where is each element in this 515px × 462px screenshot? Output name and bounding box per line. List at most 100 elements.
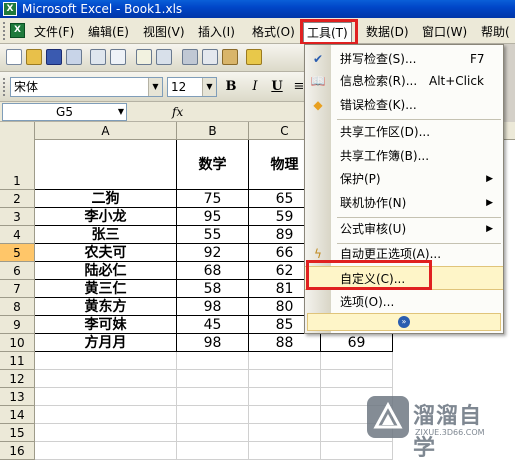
- copy-icon[interactable]: [202, 49, 218, 65]
- row-header[interactable]: 9: [0, 316, 35, 334]
- cell-math[interactable]: [177, 406, 249, 424]
- cell-math[interactable]: [177, 388, 249, 406]
- menu-item-formula-auditing[interactable]: 公式审核(U) ▶: [305, 217, 503, 241]
- cell-math[interactable]: 68: [177, 262, 249, 280]
- menu-view[interactable]: 视图(V): [143, 23, 185, 41]
- row-header[interactable]: 16: [0, 442, 35, 460]
- cell-name[interactable]: 二狗: [35, 190, 177, 208]
- menu-data[interactable]: 数据(D): [366, 23, 409, 41]
- row-header[interactable]: 2: [0, 190, 35, 208]
- chevron-down-icon[interactable]: ▼: [202, 78, 216, 96]
- cell-name[interactable]: 陆必仁: [35, 262, 177, 280]
- select-all-corner[interactable]: [0, 122, 35, 140]
- spelling-icon[interactable]: [136, 49, 152, 65]
- cell-name[interactable]: [35, 406, 177, 424]
- cell-name[interactable]: 李小龙: [35, 208, 177, 226]
- name-box[interactable]: G5 ▼: [2, 103, 127, 121]
- cell-physics[interactable]: [249, 406, 321, 424]
- cell-physics[interactable]: 88: [249, 334, 321, 352]
- excel-app-icon[interactable]: X: [3, 2, 17, 16]
- cell-math[interactable]: 98: [177, 334, 249, 352]
- print-preview-icon[interactable]: [110, 49, 126, 65]
- menu-item-shared-workspace[interactable]: 共享工作区(D)...: [305, 120, 503, 144]
- chevron-down-icon[interactable]: ▼: [148, 78, 162, 96]
- menu-window[interactable]: 窗口(W): [422, 23, 467, 41]
- cell-col-d[interactable]: [321, 352, 393, 370]
- cell-name[interactable]: 方月月: [35, 334, 177, 352]
- menu-item-spelling[interactable]: ✔ 拼写检查(S)... F7: [305, 47, 503, 71]
- cell-math[interactable]: 45: [177, 316, 249, 334]
- cell-col-d[interactable]: [321, 442, 393, 460]
- cell-name[interactable]: [35, 352, 177, 370]
- row-header[interactable]: 4: [0, 226, 35, 244]
- row-header[interactable]: 1: [0, 140, 35, 190]
- cell-physics[interactable]: [249, 370, 321, 388]
- cell-physics[interactable]: [249, 388, 321, 406]
- workbook-icon[interactable]: X: [10, 23, 25, 38]
- row-header[interactable]: 13: [0, 388, 35, 406]
- cell-name[interactable]: [35, 424, 177, 442]
- cell-math[interactable]: [177, 442, 249, 460]
- cell-name[interactable]: [35, 140, 177, 190]
- chevron-down-icon[interactable]: ▼: [118, 104, 124, 120]
- cell-name[interactable]: [35, 388, 177, 406]
- italic-button[interactable]: I: [246, 78, 264, 96]
- menu-item-online-collab[interactable]: 联机协作(N) ▶: [305, 191, 503, 215]
- menubar-grip[interactable]: [3, 22, 6, 40]
- menu-edit[interactable]: 编辑(E): [88, 23, 129, 41]
- font-name-select[interactable]: 宋体 ▼: [10, 77, 163, 97]
- cell-math[interactable]: [177, 352, 249, 370]
- row-header[interactable]: 10: [0, 334, 35, 352]
- row-header[interactable]: 14: [0, 406, 35, 424]
- cell-physics[interactable]: [249, 442, 321, 460]
- bold-button[interactable]: B: [222, 78, 240, 96]
- cell-math[interactable]: 92: [177, 244, 249, 262]
- cell-name[interactable]: 黄东方: [35, 298, 177, 316]
- save-icon[interactable]: [46, 49, 62, 65]
- cell-name[interactable]: 黄三仁: [35, 280, 177, 298]
- cell-math[interactable]: 95: [177, 208, 249, 226]
- menu-item-error-check[interactable]: ◆ 错误检查(K)...: [305, 93, 503, 117]
- cell-name[interactable]: 张三: [35, 226, 177, 244]
- cell-physics[interactable]: [249, 352, 321, 370]
- font-size-select[interactable]: 12 ▼: [167, 77, 217, 97]
- cell-name[interactable]: 农夫可: [35, 244, 177, 262]
- paste-icon[interactable]: [222, 49, 238, 65]
- row-header[interactable]: 3: [0, 208, 35, 226]
- underline-button[interactable]: U: [268, 78, 286, 96]
- cut-icon[interactable]: [182, 49, 198, 65]
- menu-format[interactable]: 格式(O): [252, 23, 295, 41]
- row-header[interactable]: 6: [0, 262, 35, 280]
- menu-insert[interactable]: 插入(I): [198, 23, 235, 41]
- row-header[interactable]: 15: [0, 424, 35, 442]
- cell-name[interactable]: 李可妹: [35, 316, 177, 334]
- cell-math[interactable]: 55: [177, 226, 249, 244]
- cell-physics[interactable]: [249, 424, 321, 442]
- cell-math[interactable]: 数学: [177, 140, 249, 190]
- menu-file[interactable]: 文件(F): [34, 23, 74, 41]
- row-header[interactable]: 5: [0, 244, 35, 262]
- cell-math[interactable]: 98: [177, 298, 249, 316]
- menu-help[interactable]: 帮助(: [481, 23, 510, 41]
- cell-name[interactable]: [35, 370, 177, 388]
- menu-item-research[interactable]: 📖 信息检索(R)... Alt+Click: [305, 69, 503, 93]
- column-header-b[interactable]: B: [177, 122, 249, 140]
- research-toolbar-icon[interactable]: [156, 49, 172, 65]
- cell-math[interactable]: [177, 370, 249, 388]
- row-header[interactable]: 7: [0, 280, 35, 298]
- cell-math[interactable]: [177, 424, 249, 442]
- new-file-icon[interactable]: [6, 49, 22, 65]
- cell-math[interactable]: 58: [177, 280, 249, 298]
- menu-item-share-workbook[interactable]: 共享工作簿(B)...: [305, 144, 503, 168]
- cell-name[interactable]: [35, 442, 177, 460]
- menu-item-protection[interactable]: 保护(P) ▶: [305, 167, 503, 191]
- insert-function-icon[interactable]: fx: [172, 103, 183, 121]
- permission-icon[interactable]: [66, 49, 82, 65]
- row-header[interactable]: 11: [0, 352, 35, 370]
- row-header[interactable]: 8: [0, 298, 35, 316]
- cell-col-d[interactable]: [321, 370, 393, 388]
- cell-math[interactable]: 75: [177, 190, 249, 208]
- toolbar-grip[interactable]: [3, 78, 6, 96]
- print-icon[interactable]: [90, 49, 106, 65]
- row-header[interactable]: 12: [0, 370, 35, 388]
